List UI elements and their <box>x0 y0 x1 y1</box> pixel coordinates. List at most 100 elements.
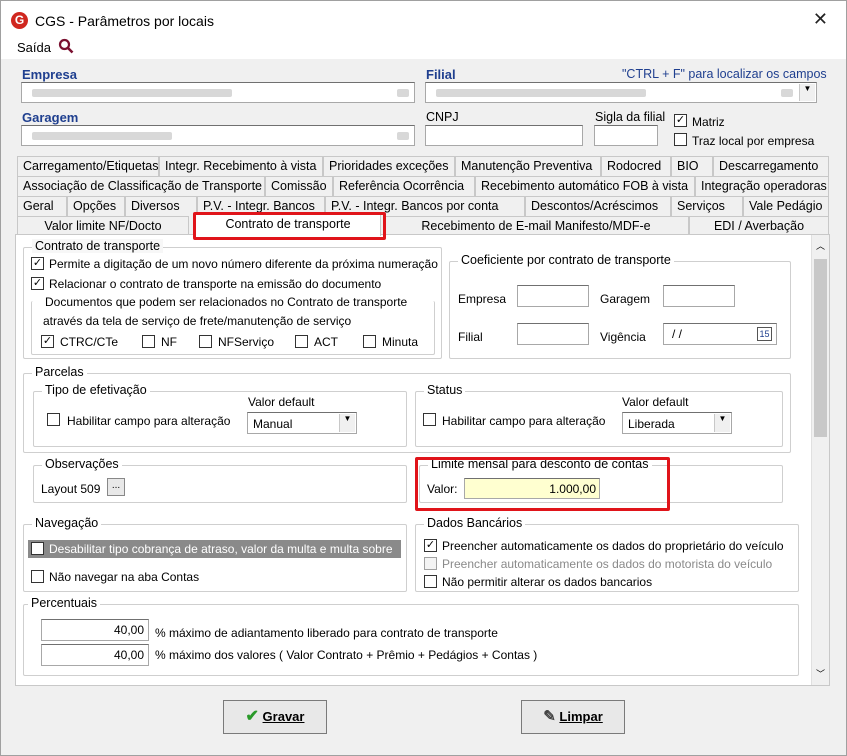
tab-geral[interactable]: Geral <box>17 196 67 216</box>
vertical-scrollbar[interactable]: ︿ ﹀ <box>811 235 829 685</box>
relacionar-label: Relacionar o contrato de transporte na e… <box>49 277 382 291</box>
empresa-field[interactable] <box>21 82 415 103</box>
tab-opcoes[interactable]: Opções <box>67 196 125 216</box>
traz-local-checkbox[interactable] <box>674 133 687 146</box>
dados-prop-checkbox[interactable]: ✓ <box>424 539 437 552</box>
parcelas-title: Parcelas <box>32 365 87 379</box>
coef-empresa-field[interactable] <box>517 285 589 307</box>
highlight-tab-box <box>193 212 386 240</box>
scroll-down-icon[interactable]: ﹀ <box>816 667 825 680</box>
tab-manutencao[interactable]: Manutenção Preventiva <box>455 156 601 176</box>
observacoes-more-button[interactable]: ... <box>107 478 125 496</box>
tab-comissao[interactable]: Comissão <box>265 176 333 196</box>
cnpj-field[interactable] <box>425 125 583 146</box>
nao-permitir-checkbox[interactable] <box>424 575 437 588</box>
tipo-habilitar-checkbox[interactable] <box>47 413 60 426</box>
tab-bio[interactable]: BIO <box>671 156 713 176</box>
dados-mot-label: Preencher automaticamente os dados do mo… <box>442 557 773 571</box>
permite-label: Permite a digitação de um novo número di… <box>49 257 438 271</box>
observacoes-layout: Layout 509 <box>41 482 101 496</box>
tab-recebimento-fob[interactable]: Recebimento automático FOB à vista <box>475 176 695 196</box>
doc-minuta-label: Minuta <box>382 335 419 349</box>
doc-nf-checkbox[interactable] <box>142 335 155 348</box>
chevron-down-icon[interactable]: ▼ <box>339 414 355 432</box>
window-title: CGS - Parâmetros por locais <box>35 13 214 29</box>
nao-navegar-label: Não navegar na aba Contas <box>49 570 200 584</box>
doc-ctrc-label: CTRC/CTe <box>60 335 119 349</box>
contrato-group-title: Contrato de transporte <box>32 239 164 253</box>
dados-mot-checkbox[interactable] <box>424 557 437 570</box>
title-bar: G CGS - Parâmetros por locais ✕ <box>1 1 846 37</box>
limpar-button[interactable]: ✎ Limpar <box>521 700 625 734</box>
coef-vigencia-label: Vigência <box>600 330 646 344</box>
desabilitar-checkbox[interactable] <box>31 542 44 555</box>
calendar-icon[interactable]: 15 <box>757 327 772 341</box>
tab-descarregamento[interactable]: Descarregamento <box>713 156 829 176</box>
tab-rodocred[interactable]: Rodocred <box>601 156 671 176</box>
tab-associacao[interactable]: Associação de Classificação de Transport… <box>17 176 265 196</box>
tab-edi-averbacao[interactable]: EDI / Averbação <box>689 216 829 236</box>
percentual-2-label: % máximo dos valores ( Valor Contrato + … <box>155 648 538 662</box>
menu-bar: Saída <box>1 37 846 59</box>
tab-referencia[interactable]: Referência Ocorrência <box>333 176 475 196</box>
doc-act-label: ACT <box>314 335 338 349</box>
search-icon[interactable] <box>58 38 74 57</box>
tipo-select[interactable]: Manual ▼ <box>247 412 357 434</box>
chevron-down-icon[interactable]: ▼ <box>714 414 730 432</box>
chevron-down-icon[interactable]: ▼ <box>799 84 815 101</box>
docs-title-2: através da tela de serviço de frete/manu… <box>43 314 352 328</box>
coef-vigencia-field[interactable]: / / 15 <box>663 323 777 345</box>
coef-garagem-field[interactable] <box>663 285 735 307</box>
scroll-up-icon[interactable]: ︿ <box>816 239 825 252</box>
matriz-checkbox[interactable]: ✓ <box>674 114 687 127</box>
tab-recebimento-email[interactable]: Recebimento de E-mail Manifesto/MDF-e <box>383 216 689 236</box>
relacionar-checkbox[interactable]: ✓ <box>31 277 44 290</box>
coeficiente-title: Coeficiente por contrato de transporte <box>458 253 674 267</box>
sigla-filial-field[interactable] <box>594 125 658 146</box>
menu-exit[interactable]: Saída <box>17 40 51 55</box>
percentual-1-label: % máximo de adiantamento liberado para c… <box>155 626 498 640</box>
highlight-limite-box <box>415 457 670 511</box>
tab-servicos[interactable]: Serviços <box>671 196 743 216</box>
coef-empresa-label: Empresa <box>458 292 507 306</box>
percentual-2-value: 40,00 <box>113 648 144 662</box>
tipo-select-value: Manual <box>253 417 293 431</box>
garagem-label: Garagem <box>22 110 79 125</box>
tipo-efetivacao-title: Tipo de efetivação <box>42 383 150 397</box>
doc-nfservico-checkbox[interactable] <box>199 335 212 348</box>
gravar-button[interactable]: ✔ Gravar <box>223 700 327 734</box>
tab-integracao-operadoras[interactable]: Integração operadoras <box>695 176 829 196</box>
doc-ctrc-checkbox[interactable]: ✓ <box>41 335 54 348</box>
tab-integr-recebimento[interactable]: Integr. Recebimento à vista <box>159 156 323 176</box>
percentual-1-field[interactable]: 40,00 <box>41 619 149 641</box>
status-select[interactable]: Liberada ▼ <box>622 412 732 434</box>
tab-vale-pedagio[interactable]: Vale Pedágio <box>743 196 829 216</box>
nao-navegar-checkbox[interactable] <box>31 570 44 583</box>
tab-descontos[interactable]: Descontos/Acréscimos <box>525 196 671 216</box>
dados-prop-label: Preencher automaticamente os dados do pr… <box>442 539 784 553</box>
percentual-2-field[interactable]: 40,00 <box>41 644 149 666</box>
doc-minuta-checkbox[interactable] <box>363 335 376 348</box>
scrollbar-thumb[interactable] <box>814 259 827 437</box>
ctrl-f-hint: "CTRL + F" para localizar os campos <box>622 67 827 81</box>
coef-garagem-label: Garagem <box>600 292 651 306</box>
status-habilitar-checkbox[interactable] <box>423 413 436 426</box>
doc-act-checkbox[interactable] <box>295 335 308 348</box>
empresa-label: Empresa <box>22 67 77 82</box>
garagem-field[interactable] <box>21 125 415 146</box>
filial-select[interactable]: ▼ <box>425 82 817 103</box>
permite-checkbox[interactable]: ✓ <box>31 257 44 270</box>
dados-bancarios-title: Dados Bancários <box>424 516 526 530</box>
tab-diversos[interactable]: Diversos <box>125 196 197 216</box>
tab-carregamento[interactable]: Carregamento/Etiquetas <box>17 156 159 176</box>
coef-filial-field[interactable] <box>517 323 589 345</box>
status-title: Status <box>424 383 466 397</box>
tipo-habilitar-label: Habilitar campo para alteração <box>67 414 231 428</box>
close-icon[interactable]: ✕ <box>813 9 828 30</box>
tab-valor-limite[interactable]: Valor limite NF/Docto <box>17 216 189 236</box>
tab-prioridades[interactable]: Prioridades exceções <box>323 156 455 176</box>
nao-permitir-label: Não permitir alterar os dados bancarios <box>442 575 653 589</box>
cnpj-label: CNPJ <box>426 110 459 124</box>
status-habilitar-label: Habilitar campo para alteração <box>442 414 606 428</box>
eraser-icon: ✎ <box>543 708 556 725</box>
